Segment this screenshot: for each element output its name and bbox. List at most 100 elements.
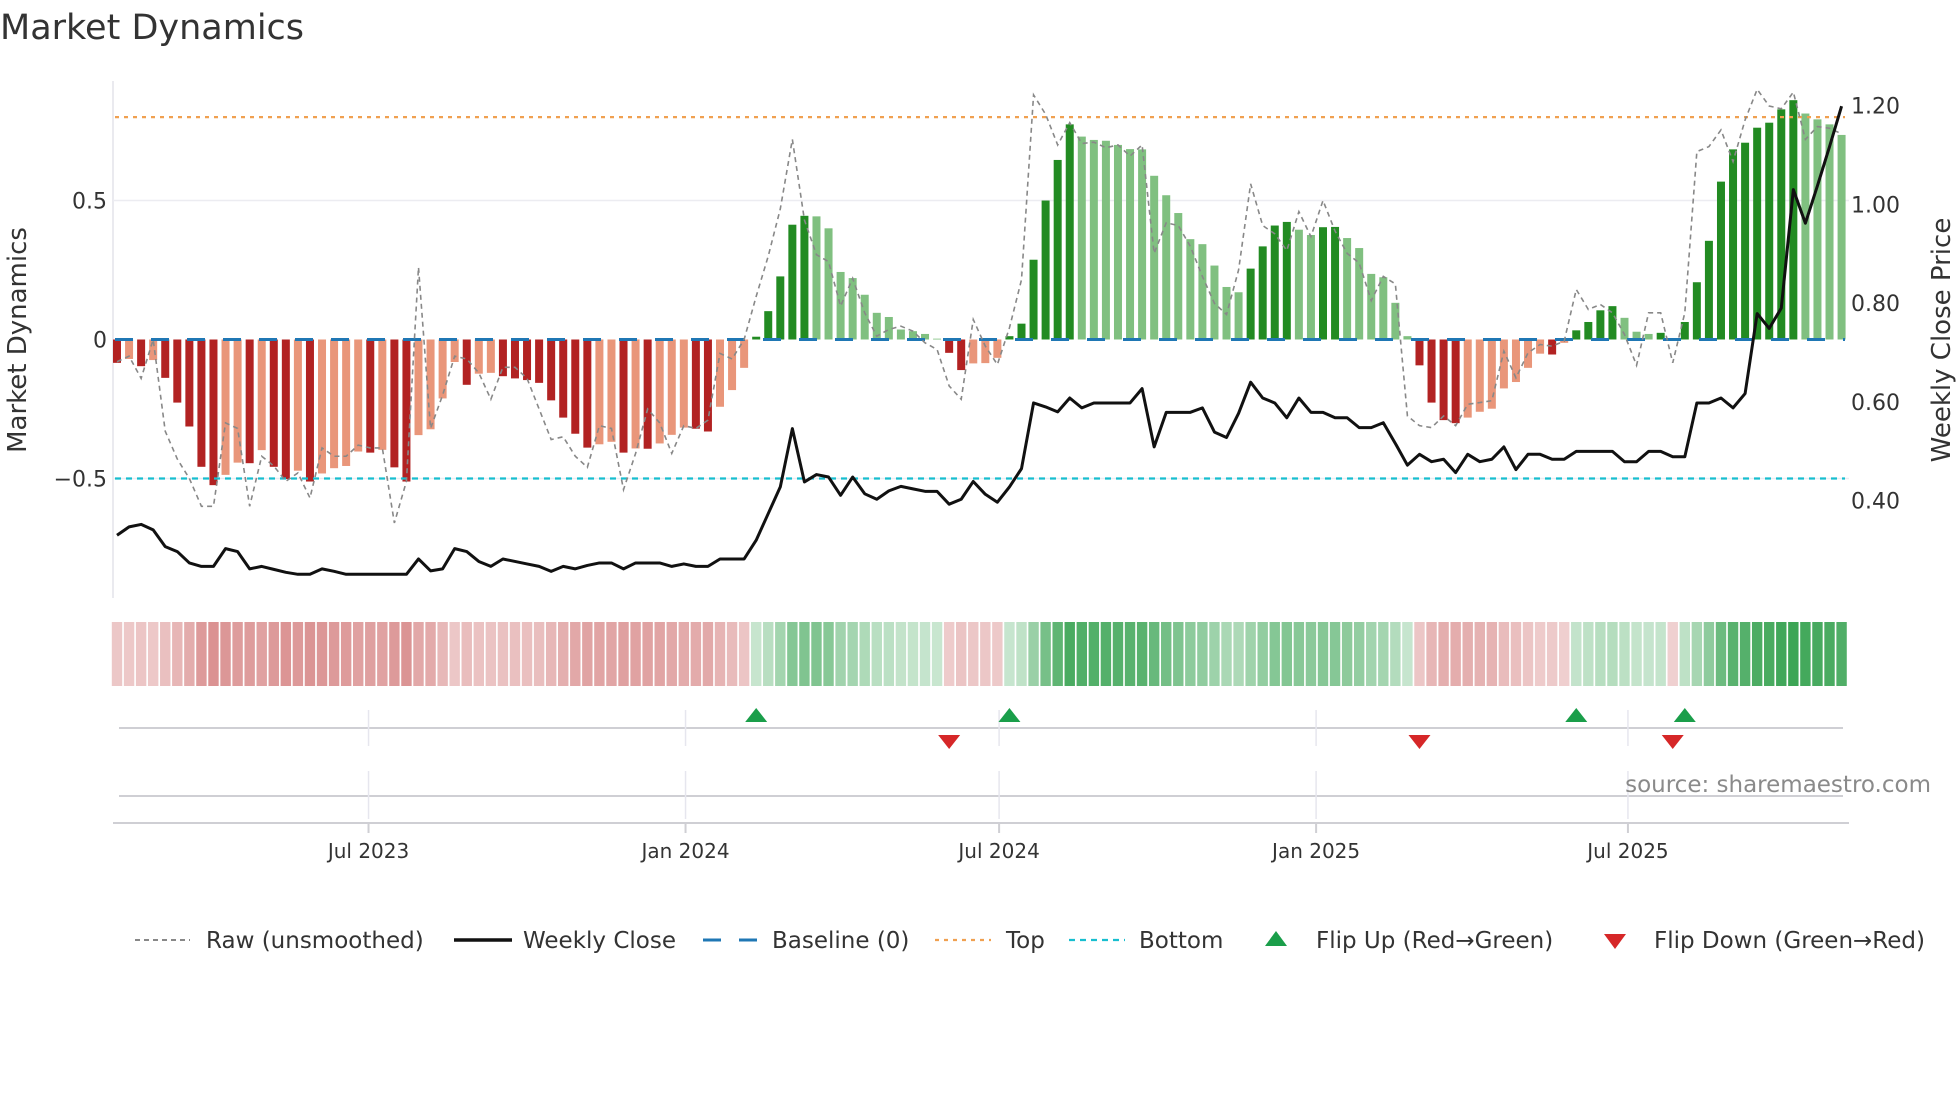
heat-cell [461, 622, 472, 686]
y-axis-right-ticks: 1.20 1.00 0.80 0.60 0.40 [1851, 95, 1900, 515]
bar [583, 339, 592, 448]
bar [1427, 339, 1436, 403]
heat-cell [1052, 622, 1063, 686]
heat-cell [1281, 622, 1293, 686]
heat-cell [702, 622, 714, 686]
bar-series [113, 100, 1846, 486]
heat-cell [172, 622, 183, 686]
bar [426, 339, 435, 430]
heat-cell [1812, 622, 1823, 686]
heat-cell [1329, 622, 1341, 686]
heat-cell [558, 622, 569, 686]
bar [1692, 282, 1701, 340]
bar [1089, 139, 1098, 340]
y2-tick-label: 1.20 [1851, 95, 1900, 120]
heat-cell [1257, 622, 1268, 686]
y-axis-left-title: Market Dynamics [3, 227, 33, 453]
y-axis-left-ticks: 0.5 0 −0.5 [54, 190, 107, 493]
source-credit: source: sharemaestro.com [1625, 772, 1931, 798]
bar [559, 339, 568, 418]
flip-up-marker [998, 708, 1021, 722]
bar [788, 224, 797, 340]
heat-cell [1341, 622, 1353, 686]
bar [1150, 175, 1159, 340]
heat-cell [509, 622, 521, 686]
bar [390, 339, 399, 468]
heat-cell [1148, 622, 1160, 686]
heat-cell [521, 622, 533, 686]
flip-panel-grid [367, 710, 1629, 819]
flip-up-marker [745, 708, 768, 722]
heat-cell [256, 622, 267, 686]
bar [1319, 227, 1327, 340]
heat-cell [1800, 622, 1811, 686]
bar [1126, 149, 1135, 340]
x-tick-label: Jan 2024 [639, 839, 729, 863]
bar [330, 339, 339, 469]
heat-cell [533, 622, 545, 686]
bar [703, 339, 712, 432]
heat-cell [111, 622, 123, 686]
y2-tick-label: 1.00 [1851, 193, 1900, 218]
raw-line [116, 87, 1842, 524]
y-tick-label: 0.5 [72, 190, 107, 215]
heat-cell [787, 622, 798, 686]
bar [1162, 195, 1171, 340]
heat-cell [907, 622, 919, 686]
bar [957, 339, 966, 371]
heat-cell [1824, 622, 1835, 686]
bar [1077, 136, 1086, 340]
heat-cell [365, 622, 376, 686]
heat-cell [666, 622, 677, 686]
bar [1499, 339, 1508, 389]
heat-cell [1233, 622, 1244, 686]
bar [1716, 181, 1725, 340]
flip-panel: Jul 2023 Jan 2024 Jul 2024 Jan 2025 Jul 2025… [113, 708, 1931, 863]
bar [1198, 244, 1207, 340]
heat-cell [1534, 622, 1546, 686]
heat-cell [1353, 622, 1365, 686]
heat-cell [425, 622, 436, 686]
heat-cell [811, 622, 822, 686]
x-axis-ticks: Jul 2023 Jan 2024 Jul 2024 Jan 2025 Jul 2025 [326, 823, 1669, 863]
legend-label-flip-down: Flip Down (Green→Red) [1654, 928, 1925, 954]
bar [1246, 268, 1255, 340]
heat-cell [968, 622, 979, 686]
heat-cell [232, 622, 243, 686]
heat-cell [437, 622, 448, 686]
bar [728, 339, 737, 391]
y-tick-label: 0 [93, 329, 107, 354]
bar [896, 329, 905, 340]
heat-cell [859, 622, 870, 686]
bar [1258, 246, 1267, 340]
bar [1174, 213, 1183, 340]
bar [535, 339, 544, 383]
bar [366, 339, 375, 453]
legend-label-close: Weekly Close [523, 928, 676, 954]
bar [402, 339, 411, 482]
heat-cell [545, 622, 557, 686]
bar [1065, 124, 1074, 340]
bar [185, 339, 194, 427]
heat-cell [1571, 622, 1582, 686]
heat-cell [980, 622, 991, 686]
bar [800, 215, 809, 340]
bar [1487, 339, 1496, 409]
heat-cell [678, 622, 690, 686]
heat-cell [1486, 622, 1498, 686]
bar [209, 339, 218, 486]
heat-cell [147, 622, 159, 686]
bar [1415, 339, 1424, 366]
heat-cell [1751, 622, 1763, 686]
heat-cell [931, 622, 943, 686]
bar [643, 339, 652, 449]
heat-cell [956, 622, 967, 686]
bar [1113, 144, 1122, 340]
legend-label-baseline: Baseline (0) [772, 928, 909, 954]
line-series [116, 87, 1844, 576]
heat-cell [1522, 622, 1534, 686]
heat-cell [1607, 622, 1618, 686]
heat-cell [1064, 622, 1075, 686]
y-tick-label: −0.5 [54, 467, 107, 492]
heat-cell [1426, 622, 1437, 686]
